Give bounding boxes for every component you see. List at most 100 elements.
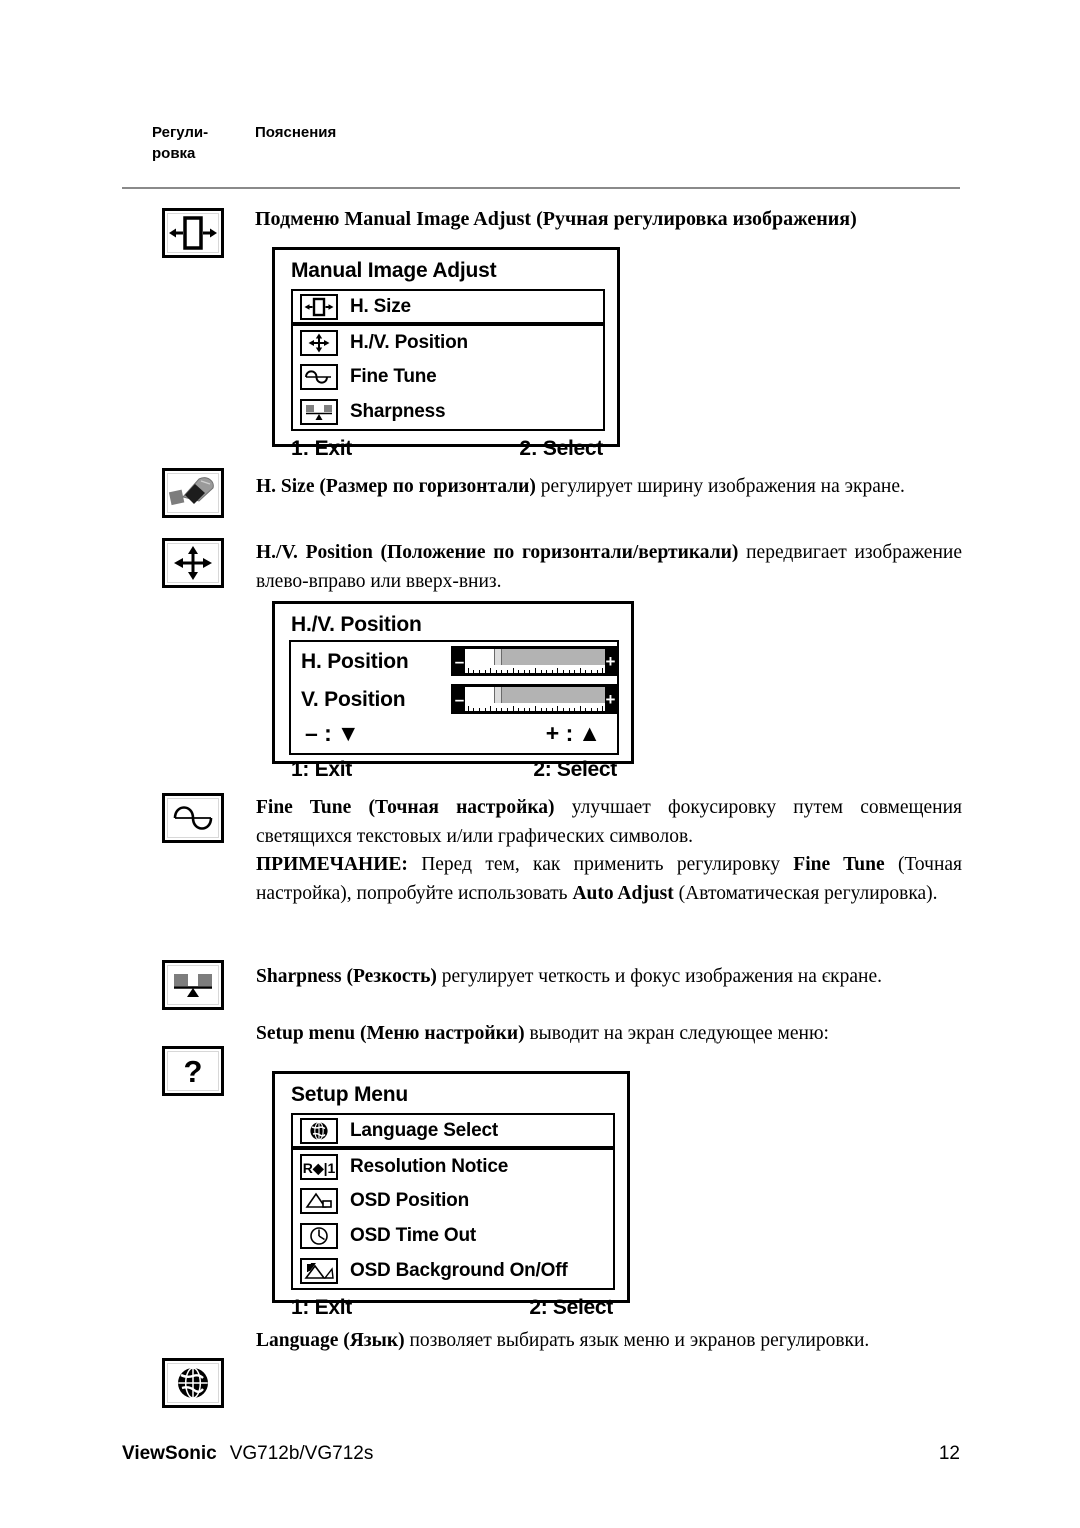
osd-item-label: OSD Background On/Off xyxy=(350,1260,568,1281)
osd-item-language-select[interactable]: Language Select xyxy=(291,1113,615,1148)
paragraph-language: Language (Язык) позволяет выбирать язык … xyxy=(256,1326,962,1355)
osd-exit-label[interactable]: 1: Exit xyxy=(291,1296,352,1320)
slider-plus-sign: + xyxy=(605,689,616,709)
osd-slider-list: H. Position – + V. Position – + –: ▼ + … xyxy=(289,640,619,755)
osd-setup-menu: Setup Menu Language Select R◆|1 Resoluti… xyxy=(272,1071,630,1319)
slider-label: V. Position xyxy=(301,687,406,711)
footer-brand: ViewSonic xyxy=(122,1443,217,1464)
osd-item-label: Resolution Notice xyxy=(350,1156,509,1177)
osd-arrow-hints: – : ▼ + : ▲ xyxy=(291,718,617,751)
globe-icon xyxy=(300,1117,338,1144)
osd-item-osd-position[interactable]: OSD Position xyxy=(293,1183,613,1218)
footer-model: VG712b/VG712s xyxy=(229,1443,374,1464)
slider-ruler xyxy=(465,665,605,673)
h-size-icon xyxy=(162,208,224,258)
osd-title: H./V. Position xyxy=(291,613,422,636)
slider-v-position[interactable]: V. Position – + xyxy=(291,680,619,718)
sine-wave-icon xyxy=(162,793,224,843)
contrast-hand-icon xyxy=(162,468,224,518)
paragraph-setup-menu-rest: выводит на экран следующее меню: xyxy=(524,1023,829,1044)
sine-wave-icon xyxy=(300,363,338,390)
minus-hint-label: – : xyxy=(305,720,332,746)
paragraph-setup-menu: Setup menu (Меню настройки) выводит на э… xyxy=(256,1019,962,1048)
svg-text:?: ? xyxy=(184,1054,203,1089)
note-label: ПРИМЕЧАНИЕ: xyxy=(256,854,408,875)
page-footer: ViewSonic VG712b/VG712s 12 xyxy=(122,1443,960,1465)
paragraph-h-size-rest: регулирует ширину изображения на экране. xyxy=(535,476,905,497)
slider-track-inner xyxy=(465,649,605,673)
note-part1: Перед тем, как применить регулировку xyxy=(407,854,794,875)
page-heading: Подменю Manual Image Adjust (Ручная регу… xyxy=(255,208,857,230)
osd-item-list: H. Size H./V. Position Fine Tune Sharpne… xyxy=(291,289,605,431)
slider-track-inner xyxy=(465,687,605,711)
header-divider-rule xyxy=(122,187,960,189)
four-arrows-icon xyxy=(162,538,224,588)
h-size-icon xyxy=(300,293,338,320)
up-arrow-icon: ▲ xyxy=(578,720,601,746)
slider-label: H. Position xyxy=(301,649,409,673)
osd-item-label: OSD Time Out xyxy=(350,1225,477,1246)
resolution-notice-icon: R◆|1 xyxy=(300,1153,338,1180)
osd-exit-label[interactable]: 1: Exit xyxy=(291,437,352,461)
osd-item-list: Language Select R◆|1 Resolution Notice O… xyxy=(291,1113,615,1290)
column-header-adjustment: Регули- ровка xyxy=(152,122,247,164)
column-header-explanations: Пояснения xyxy=(255,124,337,141)
paragraph-setup-menu-bold: Setup menu (Меню настройки) xyxy=(256,1023,525,1044)
paragraph-language-bold: Language (Язык) xyxy=(256,1330,405,1351)
footer-page-number: 12 xyxy=(938,1443,960,1464)
document-page: Регули- ровка Пояснения Подменю Manual I… xyxy=(0,0,1080,1528)
slider-knob[interactable] xyxy=(494,649,503,665)
slider-knob[interactable] xyxy=(494,687,503,703)
down-arrow-icon: ▼ xyxy=(336,720,360,746)
osd-footer: 1: Exit 2: Select xyxy=(275,1290,627,1327)
osd-hv-position: H./V. Position H. Position – + V. Positi… xyxy=(272,601,634,781)
paragraph-fine-tune: Fine Tune (Точная настройка) улучшает фо… xyxy=(256,793,962,851)
paragraph-h-size: H. Size (Размер по горизонтали) регулиру… xyxy=(256,472,962,501)
note-part3: (Автоматическая регулировка). xyxy=(673,883,938,904)
plus-hint: + : ▲ xyxy=(546,720,601,747)
osd-item-label: H. Size xyxy=(350,296,411,317)
osd-item-hv-position[interactable]: H./V. Position xyxy=(293,324,603,359)
osd-title: Manual Image Adjust xyxy=(291,259,497,282)
four-arrows-icon xyxy=(300,329,338,356)
osd-select-label[interactable]: 2: Select xyxy=(533,758,617,782)
osd-item-label: Language Select xyxy=(350,1120,498,1141)
osd-item-label: Sharpness xyxy=(350,401,446,422)
osd-item-label: H./V. Position xyxy=(350,332,468,353)
note-bold-auto-adjust: Auto Adjust xyxy=(572,883,674,904)
slider-h-position[interactable]: H. Position – + xyxy=(291,642,619,680)
paragraph-sharpness: Sharpness (Резкость) регулирует четкость… xyxy=(256,962,962,991)
osd-position-icon xyxy=(300,1187,338,1214)
osd-manual-image-adjust: Manual Image Adjust H. Size H./V. Positi… xyxy=(272,247,620,460)
paragraph-sharpness-bold: Sharpness (Резкость) xyxy=(256,966,437,987)
osd-footer: 1: Exit 2: Select xyxy=(275,755,631,789)
osd-item-sharpness[interactable]: Sharpness xyxy=(293,394,603,429)
paragraph-hv-position-bold: H./V. Position (Положение по горизонтали… xyxy=(256,542,739,563)
paragraph-language-rest: позволяет выбирать язык меню и экранов р… xyxy=(404,1330,870,1351)
globe-icon xyxy=(162,1358,224,1408)
paragraph-h-size-bold: H. Size (Размер по горизонтали) xyxy=(256,476,536,497)
svg-text:R◆|1: R◆|1 xyxy=(303,1160,336,1176)
osd-item-osd-background[interactable]: OSD Background On/Off xyxy=(293,1253,613,1288)
osd-item-label: Fine Tune xyxy=(350,366,437,387)
paragraph-note: ПРИМЕЧАНИЕ: Перед тем, как применить рег… xyxy=(256,850,962,908)
osd-item-osd-time-out[interactable]: OSD Time Out xyxy=(293,1218,613,1253)
sharpness-icon xyxy=(300,398,338,425)
osd-select-label[interactable]: 2: Select xyxy=(529,1296,613,1320)
slider-minus-sign: – xyxy=(454,651,465,671)
osd-item-fine-tune[interactable]: Fine Tune xyxy=(293,359,603,394)
plus-hint-label: + : xyxy=(545,720,574,746)
osd-footer: 1: Exit 2: Select xyxy=(275,431,617,468)
osd-exit-label[interactable]: 1: Exit xyxy=(291,758,352,782)
osd-item-label: OSD Position xyxy=(350,1190,469,1211)
slider-ruler xyxy=(465,703,605,711)
osd-background-icon xyxy=(300,1257,338,1284)
slider-track-h[interactable]: – + xyxy=(451,646,619,676)
osd-item-resolution-notice[interactable]: R◆|1 Resolution Notice xyxy=(293,1148,613,1183)
osd-select-label[interactable]: 2: Select xyxy=(519,437,603,461)
slider-track-v[interactable]: – + xyxy=(451,684,619,714)
slider-minus-sign: – xyxy=(454,689,465,709)
osd-title: Setup Menu xyxy=(291,1083,408,1106)
question-mark-icon: ? xyxy=(162,1046,224,1096)
osd-item-h-size[interactable]: H. Size xyxy=(291,289,605,324)
